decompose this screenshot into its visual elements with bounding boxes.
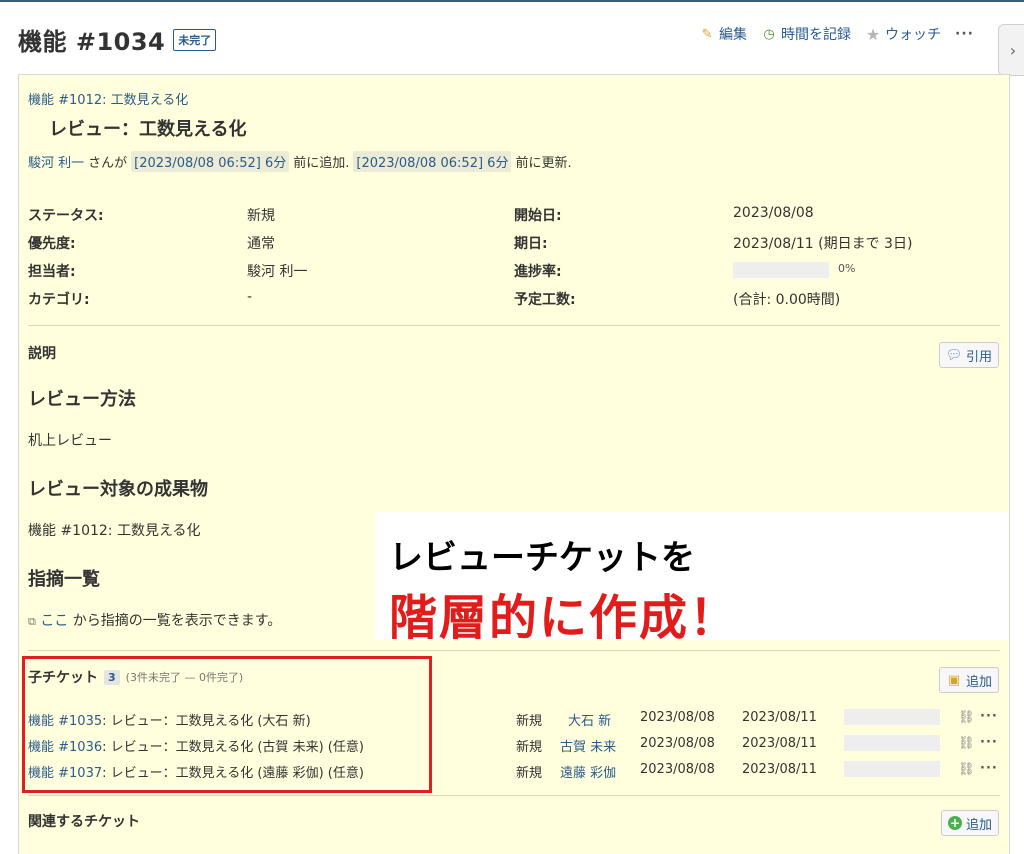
author-line: 駿河 利一 さんが [2023/08/08 06:52] 6分 前に追加. [2… bbox=[28, 151, 572, 172]
unlink-icon[interactable]: ⛓ bbox=[958, 710, 975, 725]
edit-label: 編集 bbox=[719, 27, 748, 43]
star-icon: ★ bbox=[865, 24, 881, 44]
updated-timestamp[interactable]: [2023/08/08 06:52] 6分 bbox=[353, 151, 512, 172]
due-date-label: 期日: bbox=[514, 236, 548, 252]
more-icon[interactable]: ··· bbox=[980, 735, 998, 750]
wiki-heading-findings: 指摘一覧 bbox=[28, 569, 100, 590]
top-border bbox=[0, 0, 1024, 2]
wiki-paragraph-review-method: 机上レビュー bbox=[28, 433, 112, 449]
due-date-value: 2023/08/11 (期日まで 3日) bbox=[733, 236, 913, 252]
status-badge: 未完了 bbox=[173, 28, 217, 51]
subtask-assignee-link[interactable]: 遠藤 彩伽 bbox=[560, 762, 616, 781]
wiki-heading-review-method: レビュー方法 bbox=[28, 389, 136, 410]
pencil-icon: ✎ bbox=[701, 26, 713, 42]
chevron-right-icon: › bbox=[1009, 40, 1017, 60]
add-subtask-icon: ▣ bbox=[947, 672, 961, 688]
edit-link[interactable]: ✎ 編集 bbox=[699, 24, 747, 44]
contextual-actions: ✎ 編集 ◷ 時間を記録 ★ ウォッチ ··· bbox=[699, 24, 974, 44]
assignee-link[interactable]: 駿河 利一 bbox=[247, 261, 307, 281]
add-subtask-button[interactable]: ▣ 追加 bbox=[938, 667, 999, 693]
page-title: 機能 #1034 bbox=[18, 28, 166, 56]
subtask-progress-bar bbox=[844, 735, 940, 751]
findings-paragraph: ⧉ ここ から指摘の一覧を表示できます。 bbox=[28, 610, 281, 630]
start-date-value: 2023/08/08 bbox=[733, 205, 814, 221]
subtask-assignee-link[interactable]: 大石 新 bbox=[568, 710, 611, 729]
subtask-status: 新規 bbox=[516, 714, 543, 729]
estimated-time-value: (合計: 0.00時間) bbox=[733, 292, 841, 308]
status-label: ステータス: bbox=[28, 208, 104, 224]
findings-here-link[interactable]: ここ bbox=[40, 613, 68, 629]
divider bbox=[28, 650, 1000, 651]
updated-suffix: 前に更新. bbox=[515, 156, 572, 171]
add-subtask-label: 追加 bbox=[965, 674, 992, 690]
progress-percent: 0% bbox=[838, 262, 856, 275]
divider bbox=[28, 325, 1000, 326]
more-icon[interactable]: ··· bbox=[955, 26, 974, 42]
subtask-start-date: 2023/08/08 bbox=[640, 736, 715, 751]
category-value: - bbox=[247, 289, 253, 305]
more-icon[interactable]: ··· bbox=[980, 761, 998, 776]
unlink-icon[interactable]: ⛓ bbox=[958, 762, 975, 777]
wiki-heading-deliverable: レビュー対象の成果物 bbox=[28, 479, 208, 500]
relations-label: 関連するチケット bbox=[28, 814, 140, 830]
deliverable-link[interactable]: 機能 #1012: 工数見える化 bbox=[28, 520, 201, 540]
progress-bar bbox=[733, 262, 829, 278]
unlink-icon[interactable]: ⛓ bbox=[958, 736, 975, 751]
start-date-label: 開始日: bbox=[514, 208, 562, 224]
clock-icon: ◷ bbox=[763, 26, 775, 42]
category-label: カテゴリ: bbox=[28, 292, 90, 308]
add-relation-button[interactable]: + 追加 bbox=[940, 810, 999, 836]
quote-button[interactable]: 💬︎ 引用 bbox=[938, 342, 999, 368]
assignee-label: 担当者: bbox=[28, 264, 76, 280]
watch-link[interactable]: ★ ウォッチ bbox=[865, 24, 941, 44]
add-relation-label: 追加 bbox=[965, 817, 992, 833]
callout-line-2: 階層的に作成！ bbox=[389, 590, 740, 646]
added-timestamp[interactable]: [2023/08/08 06:52] 6分 bbox=[131, 151, 290, 172]
estimated-time-label: 予定工数: bbox=[514, 292, 576, 308]
priority-label: 優先度: bbox=[28, 236, 76, 252]
callout-line-1: レビューチケットを bbox=[389, 538, 695, 578]
log-time-label: 時間を記録 bbox=[781, 27, 852, 43]
subtask-due-date: 2023/08/11 bbox=[742, 762, 817, 777]
quote-label: 引用 bbox=[965, 349, 992, 365]
description-label: 説明 bbox=[28, 346, 56, 362]
subtask-start-date: 2023/08/08 bbox=[640, 762, 715, 777]
added-suffix: 前に追加. bbox=[293, 156, 350, 171]
subtask-due-date: 2023/08/11 bbox=[742, 710, 817, 725]
parent-issue-link[interactable]: 機能 #1012: 工数見える化 bbox=[28, 89, 188, 108]
divider bbox=[28, 795, 1000, 796]
speech-bubble-icon: 💬︎ bbox=[945, 347, 963, 363]
author-link[interactable]: 駿河 利一 bbox=[28, 152, 84, 171]
status-value: 新規 bbox=[247, 208, 275, 224]
page-title-row: 機能 #1034 未完了 bbox=[18, 22, 217, 57]
external-link-icon: ⧉ bbox=[28, 615, 36, 628]
subtask-status: 新規 bbox=[516, 766, 543, 781]
author-sep: さんが bbox=[88, 156, 128, 171]
progress-label: 進捗率: bbox=[514, 264, 562, 280]
sidebar-toggle[interactable]: › bbox=[998, 24, 1024, 76]
subtask-status: 新規 bbox=[516, 740, 543, 755]
watch-label: ウォッチ bbox=[885, 27, 942, 43]
subtask-progress-bar bbox=[844, 709, 940, 725]
subtask-assignee-link[interactable]: 古賀 未来 bbox=[560, 736, 616, 755]
log-time-link[interactable]: ◷ 時間を記録 bbox=[761, 24, 851, 44]
findings-text: から指摘の一覧を表示できます。 bbox=[72, 613, 282, 629]
subtask-due-date: 2023/08/11 bbox=[742, 736, 817, 751]
subtask-progress-bar bbox=[844, 761, 940, 777]
plus-circle-icon: + bbox=[947, 816, 962, 830]
subtasks-highlight-box bbox=[22, 656, 432, 793]
annotation-callout: レビューチケットを 階層的に作成！ bbox=[375, 512, 1008, 646]
subtask-start-date: 2023/08/08 bbox=[640, 710, 715, 725]
more-icon[interactable]: ··· bbox=[980, 709, 998, 724]
issue-subject: レビュー：工数見える化 bbox=[49, 119, 247, 140]
priority-value: 通常 bbox=[247, 236, 275, 252]
